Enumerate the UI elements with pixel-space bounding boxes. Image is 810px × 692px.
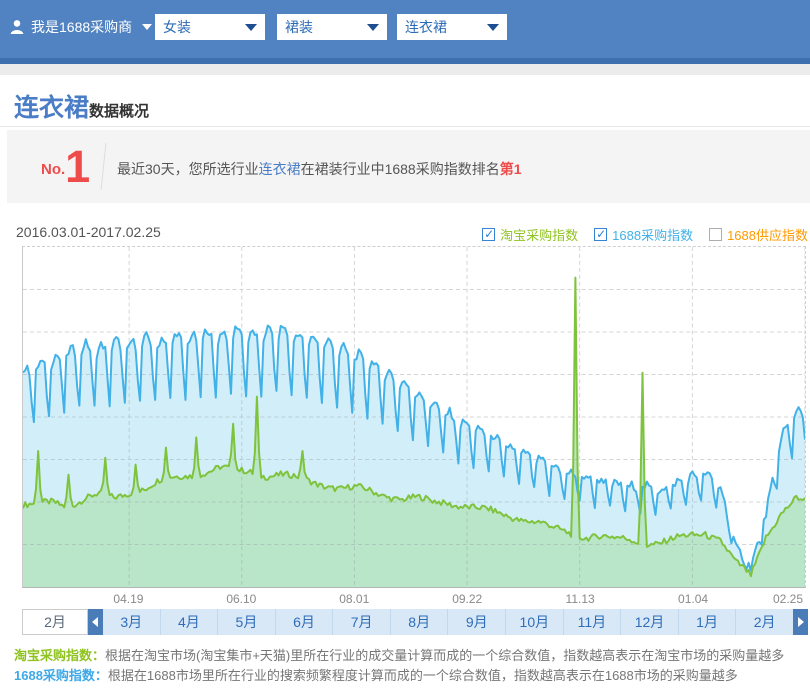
title-divider: [0, 126, 810, 127]
month-scroll-right-button[interactable]: [793, 609, 808, 635]
index-definition-text: 根据在1688市场里所在行业的搜索频繁程度计算而成的一个综合数值，指数越高表示在…: [108, 668, 738, 683]
index-definition-line: 1688采购指数：根据在1688市场里所在行业的搜索频繁程度计算而成的一个综合数…: [14, 665, 738, 684]
rank-text-rank: 第1: [500, 161, 522, 177]
month-scroll-left-button[interactable]: [88, 609, 103, 635]
index-definition-line: 淘宝采购指数：根据在淘宝市场(淘宝集市+天猫)里所在行业的成交量计算而成的一个综…: [14, 645, 784, 664]
month-cell[interactable]: 6月: [275, 609, 333, 635]
rank-no-label: No.: [41, 161, 65, 178]
page-title: 连衣裙数据概况: [14, 88, 149, 124]
chart-legend: 淘宝采购指数 1688采购指数 1688供应指数: [482, 225, 808, 244]
page-title-keyword: 连衣裙: [14, 94, 89, 122]
legend-item[interactable]: 1688采购指数: [594, 225, 693, 244]
page-title-suffix: 数据概况: [89, 103, 149, 120]
x-axis-label: 11.13: [560, 592, 600, 606]
index-definition-label: 1688采购指数：: [14, 668, 108, 683]
month-selected-box[interactable]: 2月: [22, 609, 88, 635]
month-cell[interactable]: 7月: [332, 609, 390, 635]
chevron-down-icon: [245, 24, 257, 31]
banner-divider: [101, 143, 107, 190]
month-cell[interactable]: 4月: [160, 609, 218, 635]
legend-label: 1688采购指数: [612, 225, 693, 244]
checkbox-unchecked-icon[interactable]: [709, 228, 722, 241]
x-axis-label: 04.19: [108, 592, 148, 606]
month-cell[interactable]: 12月: [620, 609, 678, 635]
user-label: 我是1688采购商: [31, 17, 132, 37]
month-cell[interactable]: 9月: [447, 609, 505, 635]
legend-item[interactable]: 淘宝采购指数: [482, 225, 578, 244]
index-definition-label: 淘宝采购指数：: [14, 648, 105, 663]
rank-banner-text: 最近30天，您所选行业连衣裙在裙装行业中1688采购指数排名第1: [117, 159, 522, 179]
month-cell[interactable]: 11月: [563, 609, 621, 635]
legend-label: 1688供应指数: [727, 225, 808, 244]
index-definition-text: 根据在淘宝市场(淘宝集市+天猫)里所在行业的成交量计算而成的一个综合数值，指数越…: [105, 648, 784, 663]
chevron-down-icon: [367, 24, 379, 31]
dropdown-level-3[interactable]: 连衣裙: [397, 14, 507, 40]
chevron-left-icon: [92, 617, 98, 627]
legend-item[interactable]: 1688供应指数: [709, 225, 808, 244]
month-cell[interactable]: 5月: [217, 609, 275, 635]
user-menu[interactable]: 我是1688采购商: [10, 17, 152, 37]
checkbox-checked-icon[interactable]: [482, 228, 495, 241]
page-divider-strip: [0, 64, 810, 75]
chevron-down-icon: [487, 24, 499, 31]
rank-text-keyword: 连衣裙: [259, 161, 301, 177]
chevron-right-icon: [798, 617, 804, 627]
rank-banner: No.1 最近30天，您所选行业连衣裙在裙装行业中1688采购指数排名第1: [7, 130, 810, 203]
x-axis-label: 08.01: [334, 592, 374, 606]
index-trend-chart: [23, 247, 805, 587]
month-cell[interactable]: 2月: [735, 609, 793, 635]
x-axis-label: 01.04: [673, 592, 713, 606]
trend-chart-plot-area: [22, 246, 806, 588]
legend-label: 淘宝采购指数: [500, 225, 578, 244]
month-cell[interactable]: 3月: [103, 609, 160, 635]
dropdown-level-2[interactable]: 裙装: [277, 14, 387, 40]
x-axis-label: 02.25: [768, 592, 808, 606]
chart-date-range: 2016.03.01-2017.02.25: [16, 224, 161, 240]
rank-text-before: 最近30天，您所选行业: [117, 161, 259, 177]
month-cell[interactable]: 1月: [678, 609, 736, 635]
rank-text-middle: 在裙装行业中1688采购指数排名: [301, 161, 500, 177]
checkbox-checked-icon[interactable]: [594, 228, 607, 241]
x-axis-label: 09.22: [447, 592, 487, 606]
month-cell[interactable]: 8月: [390, 609, 448, 635]
buyer-index-dashboard: 我是1688采购商 女装裙装连衣裙 连衣裙数据概况 No.1 最近30天，您所选…: [0, 0, 810, 692]
month-tabs: 3月4月5月6月7月8月9月10月11月12月1月2月: [103, 609, 793, 635]
month-cell[interactable]: 10月: [505, 609, 563, 635]
dropdown-level-1[interactable]: 女装: [155, 14, 265, 40]
chevron-down-icon: [142, 24, 152, 30]
x-axis-label: 06.10: [221, 592, 261, 606]
rank-number: 1: [65, 141, 90, 192]
rank-number-block: No.1: [41, 144, 90, 189]
user-icon: [10, 19, 24, 35]
